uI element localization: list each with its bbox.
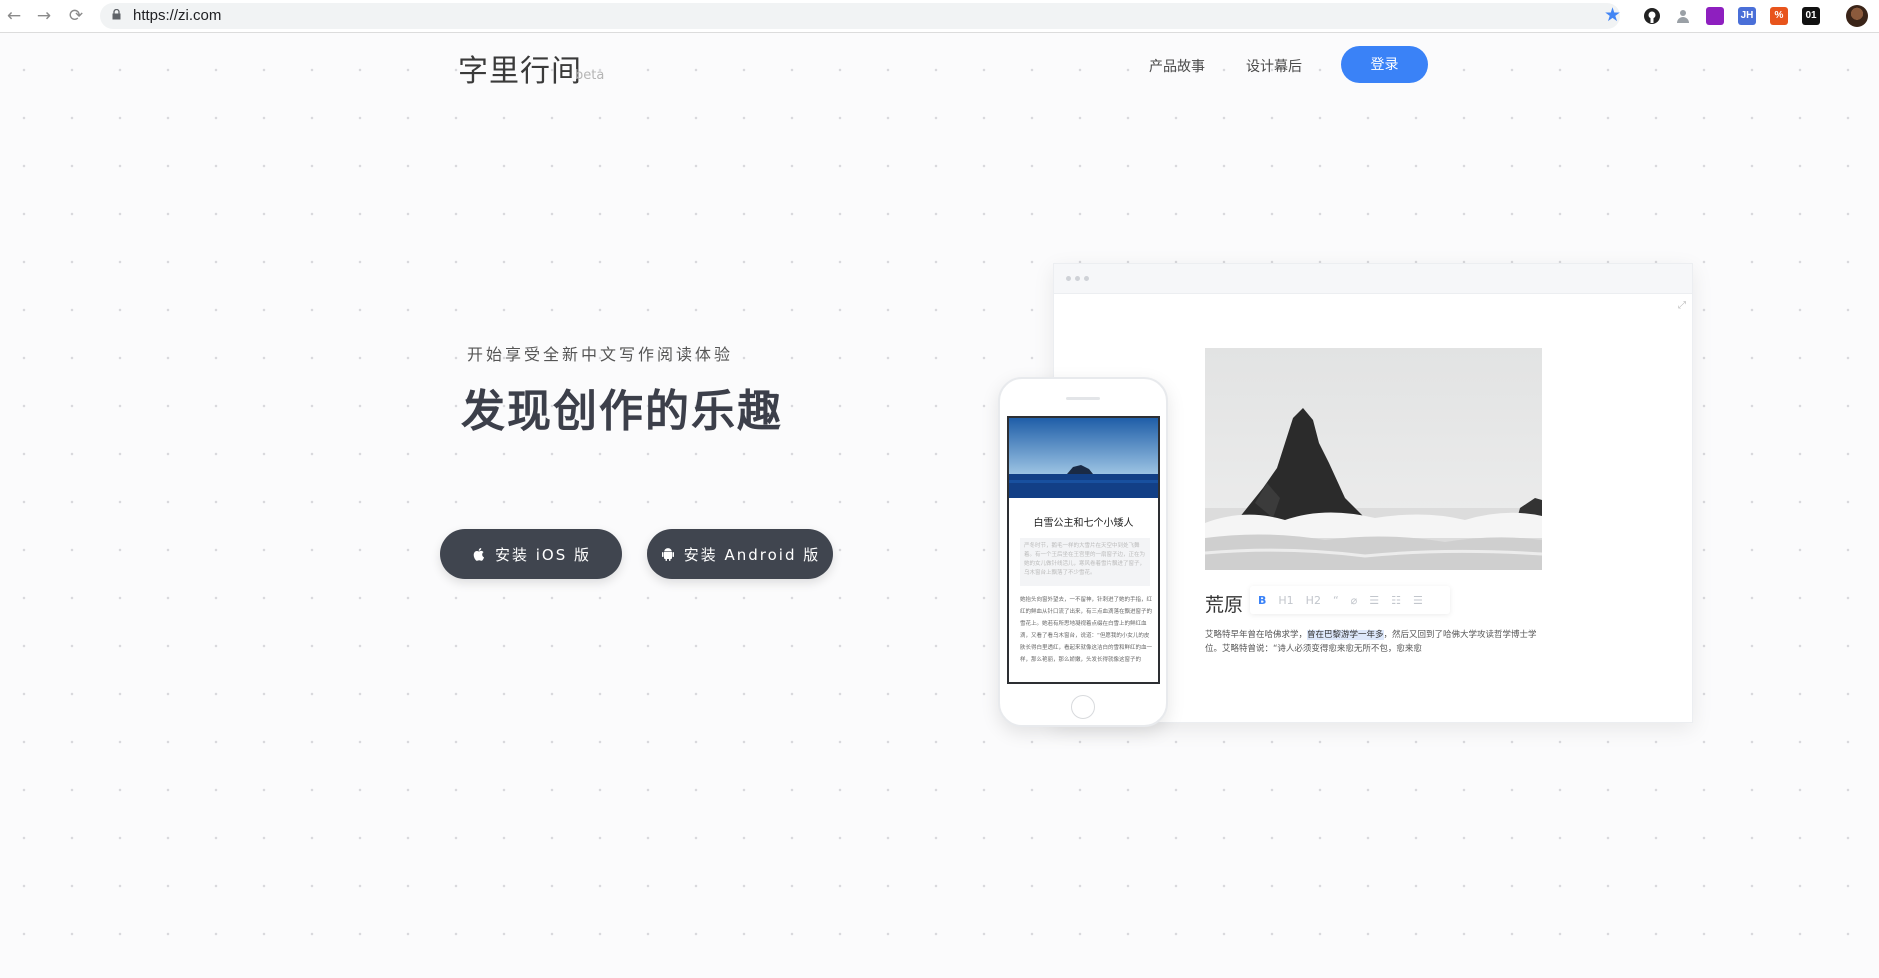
profile-avatar[interactable] <box>1846 5 1868 27</box>
nav-design-behind[interactable]: 设计幕后 <box>1246 56 1302 76</box>
ocean-photo <box>1009 418 1158 498</box>
expand-icon: ⤢ <box>1678 300 1686 311</box>
story-title: 白雪公主和七个小矮人 <box>1033 518 1134 529</box>
phone-screen: 白雪公主和七个小矮人 严冬时节，鹅毛一样的大雪片在天空中到处飞舞着。有一个王后坐… <box>1007 416 1160 684</box>
browser-toolbar: ← → ⟳ https://zi.com ★ JH % 01 <box>0 0 1879 33</box>
link-button[interactable]: ⌀ <box>1351 594 1358 607</box>
percent-extension-icon[interactable]: % <box>1770 7 1788 25</box>
hero-headline: 发现创作的乐趣 <box>461 386 783 437</box>
zero-one-extension-icon[interactable]: 01 <box>1802 7 1820 25</box>
purple-extension-icon[interactable] <box>1706 7 1724 25</box>
address-bar[interactable] <box>100 3 1620 29</box>
install-ios-label: 安装 iOS 版 <box>494 545 592 564</box>
url-text[interactable]: https://zi.com <box>133 7 221 24</box>
bold-button[interactable]: B <box>1258 594 1266 607</box>
divider-button[interactable]: ☰ <box>1413 594 1423 607</box>
person-extension-icon[interactable] <box>1674 7 1692 25</box>
login-button[interactable]: 登录 <box>1341 46 1428 83</box>
reload-icon[interactable]: ⟳ <box>66 6 86 26</box>
bullet-list-button[interactable]: ☰ <box>1369 594 1379 607</box>
android-icon <box>661 548 674 561</box>
back-icon[interactable]: ← <box>4 6 24 26</box>
ordered-list-button[interactable]: ☷ <box>1391 594 1401 607</box>
story-quote: 严冬时节，鹅毛一样的大雪片在天空中到处飞舞着。有一个王后坐在王宫里的一扇窗子边，… <box>1020 538 1150 586</box>
github-extension-icon[interactable] <box>1643 7 1661 25</box>
story-body: 她抬头向窗外望去，一不留神，针刺进了她的手指，红红的鲜血从针口流了出来，有三点血… <box>1020 597 1153 663</box>
bookmark-star-icon[interactable]: ★ <box>1604 4 1621 26</box>
forward-icon[interactable]: → <box>34 6 54 26</box>
site-logo[interactable]: 字里行间 <box>458 46 582 90</box>
article-body: 艾略特早年曾在哈佛求学，曾在巴黎游学一年多，然后又回到了哈佛大学攻读哲学博士学位… <box>1205 630 1537 654</box>
h2-button[interactable]: H2 <box>1306 594 1321 607</box>
hero-subtitle: 开始享受全新中文写作阅读体验 <box>467 345 734 364</box>
nav-product-story[interactable]: 产品故事 <box>1149 56 1205 76</box>
phone-home-button <box>1071 695 1095 719</box>
quote-button[interactable]: “ <box>1333 594 1339 607</box>
article-title: 荒原 <box>1205 594 1244 616</box>
mockup-window-bar <box>1054 264 1692 294</box>
format-toolbar: B H1 H2 “ ⌀ ☰ ☷ ☰ <box>1250 586 1450 614</box>
beta-label: beta <box>575 68 605 83</box>
jh-extension-icon[interactable]: JH <box>1738 7 1756 25</box>
apple-icon <box>473 548 485 561</box>
install-android-label: 安装 Android 版 <box>683 545 821 564</box>
phone-mockup: 白雪公主和七个小矮人 严冬时节，鹅毛一样的大雪片在天空中到处飞舞着。有一个王后坐… <box>998 377 1168 727</box>
sea-stack-photo <box>1205 348 1542 570</box>
install-ios-button[interactable]: 安装 iOS 版 <box>440 529 622 579</box>
h1-button[interactable]: H1 <box>1278 594 1293 607</box>
lock-icon <box>112 9 121 20</box>
selected-text: 曾在巴黎游学一年多 <box>1307 630 1384 640</box>
install-android-button[interactable]: 安装 Android 版 <box>647 529 833 579</box>
phone-speaker <box>1066 397 1100 400</box>
